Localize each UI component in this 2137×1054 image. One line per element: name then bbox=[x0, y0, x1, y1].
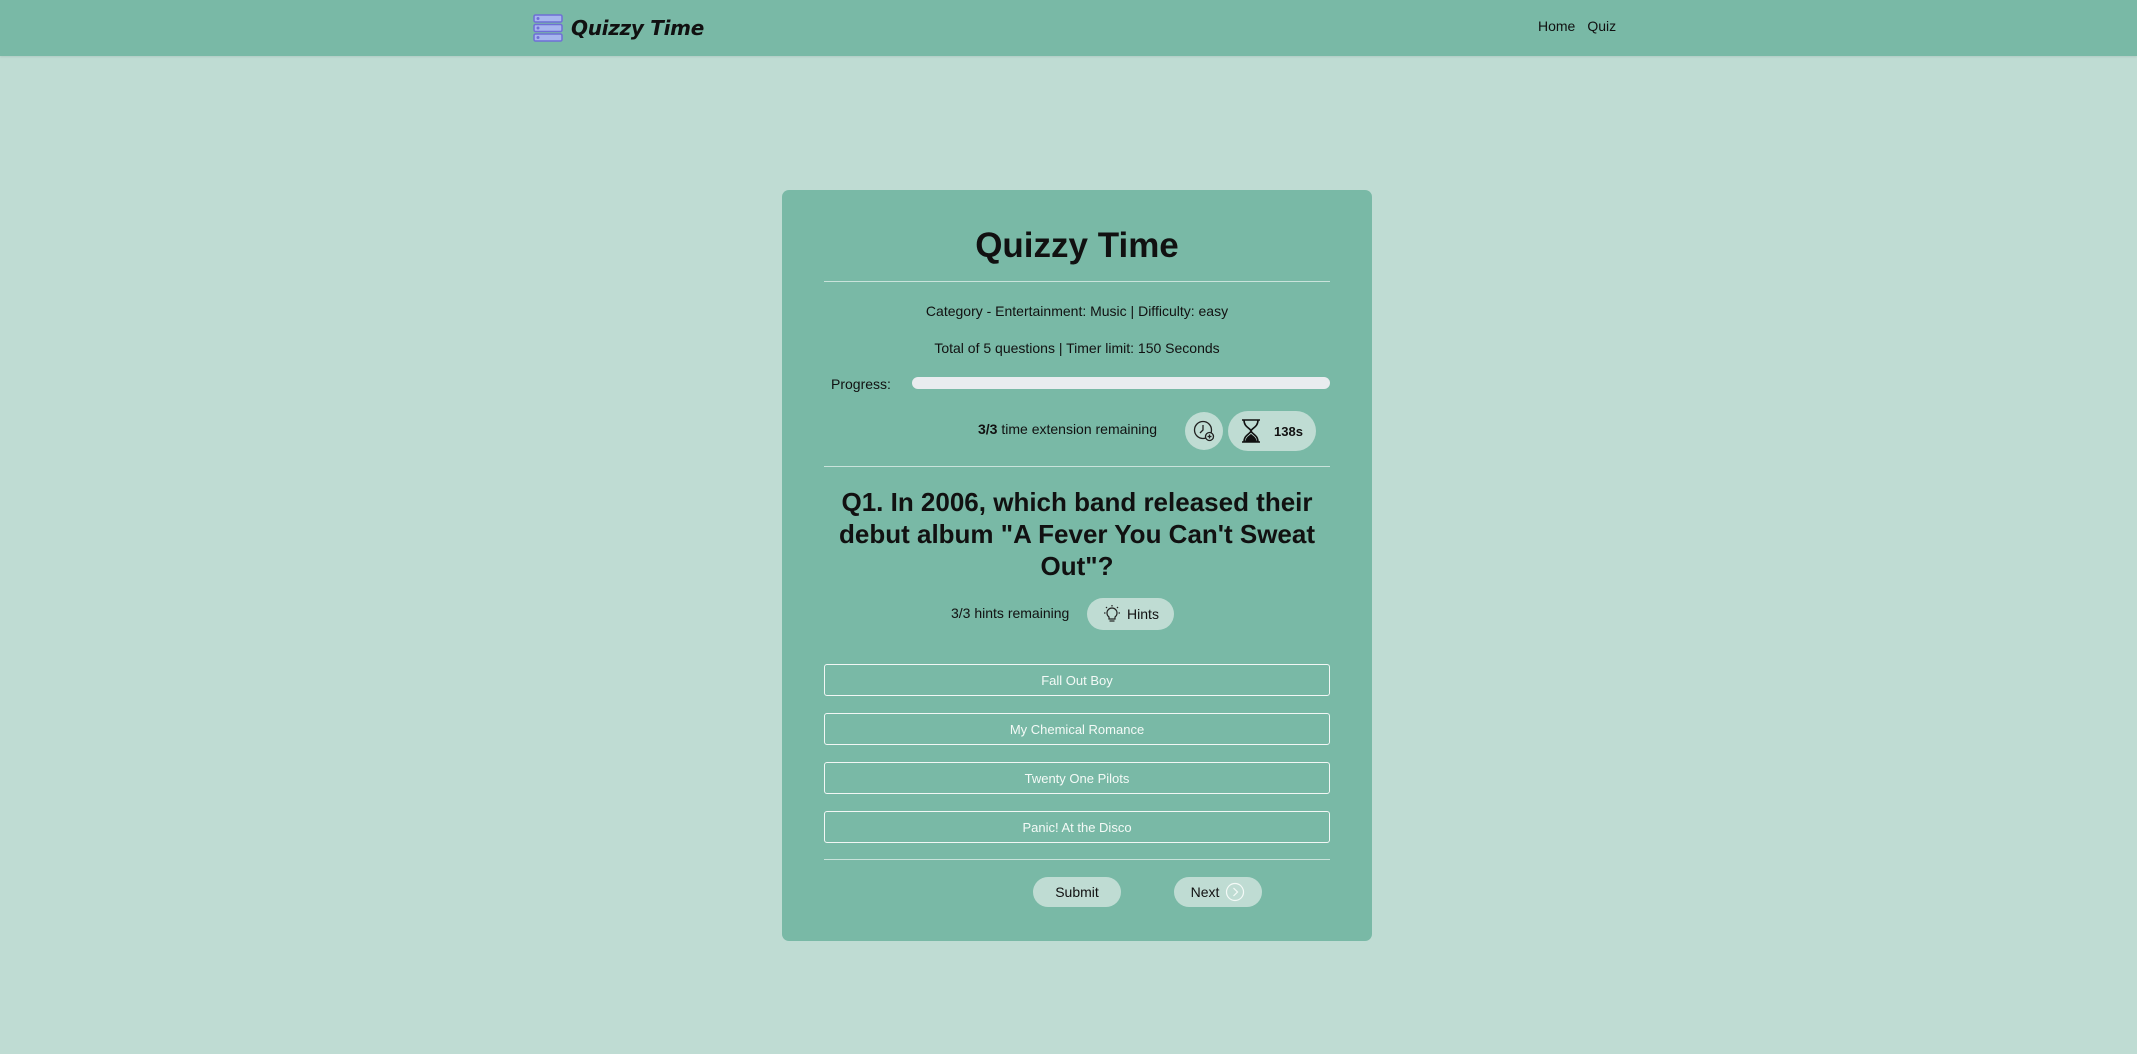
quiz-title: Quizzy Time bbox=[975, 226, 1179, 265]
progress-bar bbox=[912, 377, 1330, 389]
clock-plus-icon bbox=[1193, 420, 1215, 442]
question-text: Q1. In 2006, which band released their d… bbox=[839, 487, 1315, 581]
next-button[interactable]: Next bbox=[1174, 877, 1262, 907]
submit-label: Submit bbox=[1055, 884, 1099, 900]
submit-button[interactable]: Submit bbox=[1033, 877, 1121, 907]
nav-link-quiz[interactable]: Quiz bbox=[1587, 18, 1616, 34]
hints-remaining: 3/3 hints remaining bbox=[951, 605, 1070, 621]
brand-name: Quizzy Time bbox=[571, 16, 704, 40]
hints-label: Hints bbox=[1127, 606, 1159, 622]
chevron-right-circle-icon bbox=[1226, 882, 1245, 902]
total-info: Total of 5 questions | Timer limit: 150 … bbox=[934, 340, 1220, 356]
list-icon bbox=[533, 14, 563, 42]
answer-option[interactable]: Fall Out Boy bbox=[824, 664, 1330, 696]
hints-button[interactable]: Hints bbox=[1087, 598, 1174, 630]
timer-value: 138s bbox=[1274, 423, 1303, 439]
divider bbox=[824, 859, 1330, 860]
answer-option[interactable]: Panic! At the Disco bbox=[824, 811, 1330, 843]
progress-label: Progress: bbox=[831, 376, 891, 392]
navbar: Quizzy Time Home Quiz bbox=[0, 0, 2137, 56]
next-label: Next bbox=[1190, 884, 1220, 900]
category-info: Category - Entertainment: Music | Diffic… bbox=[925, 303, 1229, 319]
hourglass-icon bbox=[1242, 419, 1260, 443]
quiz-card: Quizzy Time Category - Entertainment: Mu… bbox=[782, 190, 1372, 941]
timer-display: 138s bbox=[1228, 411, 1316, 451]
nav-links: Home Quiz bbox=[1538, 18, 1616, 34]
brand-link[interactable]: Quizzy Time bbox=[533, 12, 704, 44]
divider bbox=[824, 281, 1330, 282]
divider bbox=[824, 466, 1330, 467]
extend-time-button[interactable] bbox=[1185, 412, 1223, 450]
answer-option[interactable]: Twenty One Pilots bbox=[824, 762, 1330, 794]
extension-count: 3/3 bbox=[978, 421, 998, 437]
answer-option[interactable]: My Chemical Romance bbox=[824, 713, 1330, 745]
extension-status: 3/3 time extension remaining bbox=[978, 421, 1157, 437]
nav-link-home[interactable]: Home bbox=[1538, 18, 1575, 34]
extension-text: time extension remaining bbox=[1001, 421, 1157, 437]
lightbulb-icon bbox=[1104, 605, 1121, 622]
